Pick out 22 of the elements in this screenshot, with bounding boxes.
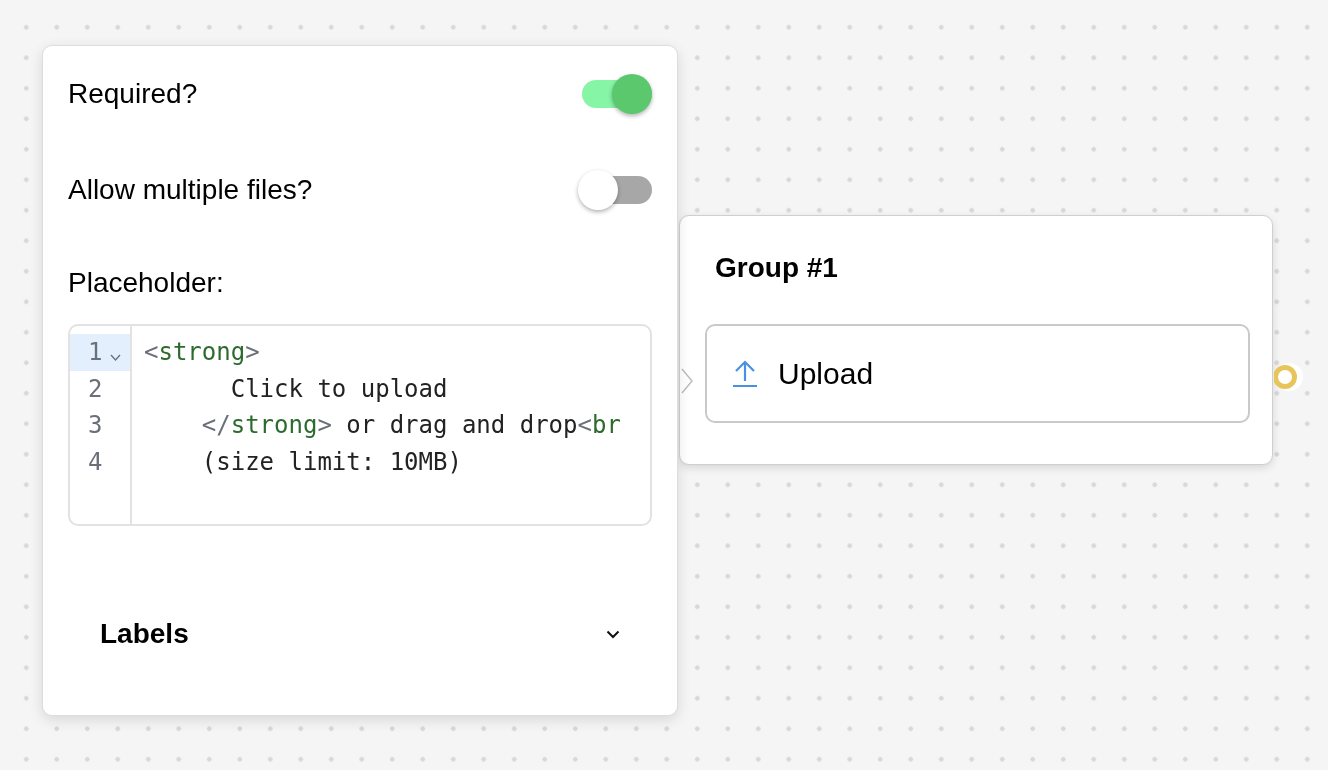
line-number: 1 — [88, 340, 103, 365]
line-number: 4 — [88, 449, 103, 474]
input-handle-icon[interactable] — [681, 368, 693, 394]
code-line: <strong> — [144, 340, 260, 365]
group-title: Group #1 — [715, 254, 838, 282]
toggle-label: Required? — [68, 77, 198, 111]
output-handle-icon[interactable] — [1274, 362, 1304, 392]
group-node[interactable]: Group #1 Upload — [679, 215, 1273, 465]
labels-accordion-header[interactable]: Labels — [76, 604, 644, 664]
toggle-label: Allow multiple files? — [68, 173, 313, 207]
code-line: Click to upload — [229, 376, 448, 401]
code-line: </strong> or drag and drop<br — [200, 413, 621, 438]
field-label: Placeholder: — [68, 266, 225, 300]
chevron-icon — [606, 629, 620, 639]
code-editor[interactable]: 1 2 3 4 <strong> Click to upload </strong> or drag and drop<br (size limit: 10MB) — [68, 324, 652, 526]
code-line: (size limit: 10MB) — [200, 449, 462, 474]
line-number: 2 — [88, 376, 103, 401]
upload-icon — [732, 359, 758, 388]
fold-chevron-icon[interactable] — [110, 353, 122, 361]
upload-field-item[interactable]: Upload — [705, 324, 1250, 423]
line-number: 3 — [88, 413, 103, 438]
toggle-switch[interactable] — [578, 168, 652, 212]
